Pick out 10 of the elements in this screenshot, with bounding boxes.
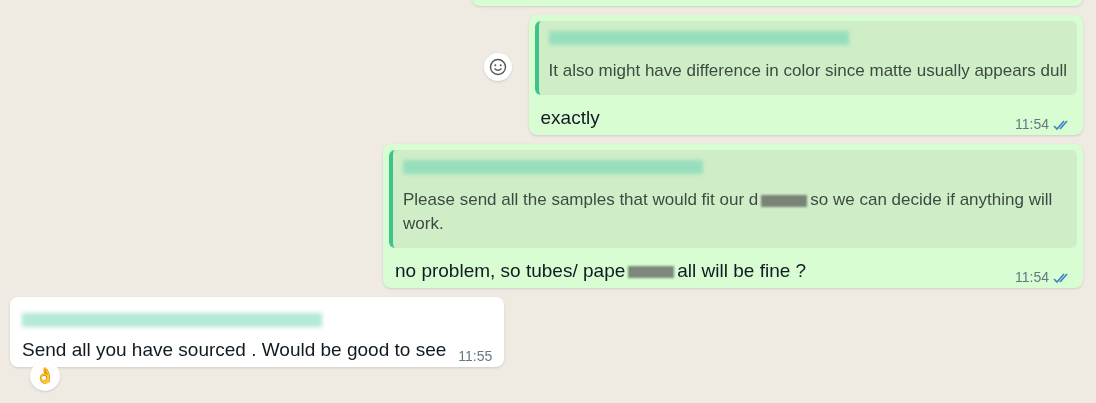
quoted-text: Please send all the samples that would fit our d so we can decide if anything will work. <box>403 189 1054 235</box>
quoted-text: It also might have difference in color since matte usually appears dull <box>548 60 1067 82</box>
message-text: Send all you have sourced . Would be good to see <box>22 338 447 362</box>
message-text: exactly <box>540 106 600 130</box>
emoji-button[interactable] <box>483 53 512 81</box>
message-time: 11:54 <box>1015 115 1049 134</box>
message-time: 11:54 <box>1015 268 1049 287</box>
reaction-badge: 👌 <box>30 361 60 391</box>
message-time: 11:55 <box>458 347 493 366</box>
message-text: no problem, so tubes/ pape all will be fine ? <box>395 259 807 283</box>
